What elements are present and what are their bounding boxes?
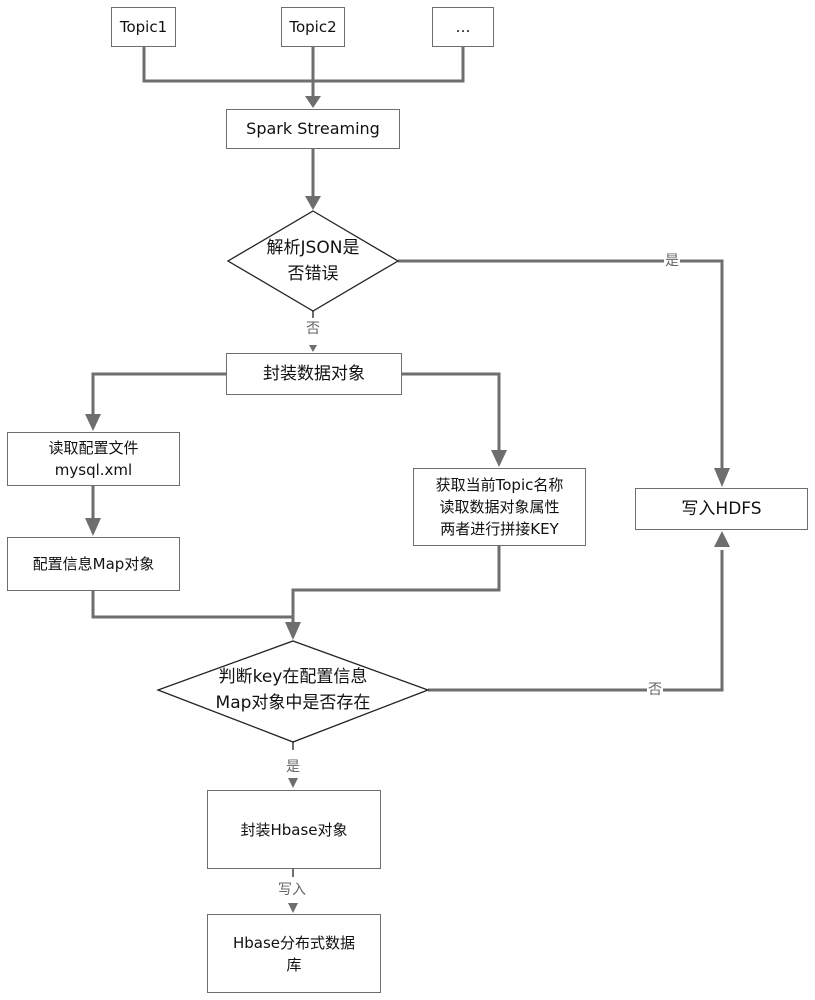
edge-wrap-left xyxy=(91,372,227,414)
arrowhead-config-map xyxy=(85,518,101,536)
edge-topic3 xyxy=(313,47,465,83)
node-parse-json: 解析JSON是 否错误 xyxy=(266,238,360,284)
edge-map-merge xyxy=(91,591,293,619)
node-check-key: 判断key在配置信息 Map对象中是否存在 xyxy=(215,667,371,713)
arrowhead-wrap-hbase xyxy=(288,778,298,788)
arrowhead-read-config xyxy=(85,414,101,431)
node-get-topic-key: 获取当前Topic名称 读取数据对象属性 两者进行拼接KEY xyxy=(413,468,586,546)
label-write: 写入 xyxy=(277,882,307,898)
edge-wrap-right xyxy=(402,372,501,450)
label-json-yes: 是 xyxy=(664,253,680,269)
arrowhead-parse xyxy=(305,196,321,210)
node-write-hdfs: 写入HDFS xyxy=(635,488,808,530)
edge-key-no xyxy=(428,550,724,692)
arrowhead-check-key xyxy=(285,622,301,640)
edge-topic-merge xyxy=(291,545,501,622)
node-spark-streaming: Spark Streaming xyxy=(226,109,400,149)
arrowhead-get-topic xyxy=(491,450,507,467)
label-json-no: 否 xyxy=(305,321,321,337)
edge-topic1 xyxy=(142,47,313,83)
node-config-map: 配置信息Map对象 xyxy=(7,537,180,591)
node-hbase-db: Hbase分布式数据 库 xyxy=(207,914,381,993)
arrowhead-hdfs-bottom xyxy=(714,531,730,547)
node-topic1: Topic1 xyxy=(111,7,176,47)
node-topic-more: … xyxy=(432,7,494,47)
arrowhead-spark xyxy=(305,96,321,108)
node-topic2: Topic2 xyxy=(281,7,345,47)
node-read-config: 读取配置文件 mysql.xml xyxy=(7,432,180,486)
arrowhead-wrap xyxy=(309,345,317,352)
node-wrap-data: 封装数据对象 xyxy=(226,353,402,395)
node-wrap-hbase: 封装Hbase对象 xyxy=(207,790,381,869)
label-key-no: 否 xyxy=(647,682,663,698)
arrowhead-hdfs-top xyxy=(714,468,730,487)
edge-parse-yes xyxy=(398,259,724,468)
arrowhead-hbase-db xyxy=(288,903,298,913)
label-key-yes: 是 xyxy=(285,759,301,775)
